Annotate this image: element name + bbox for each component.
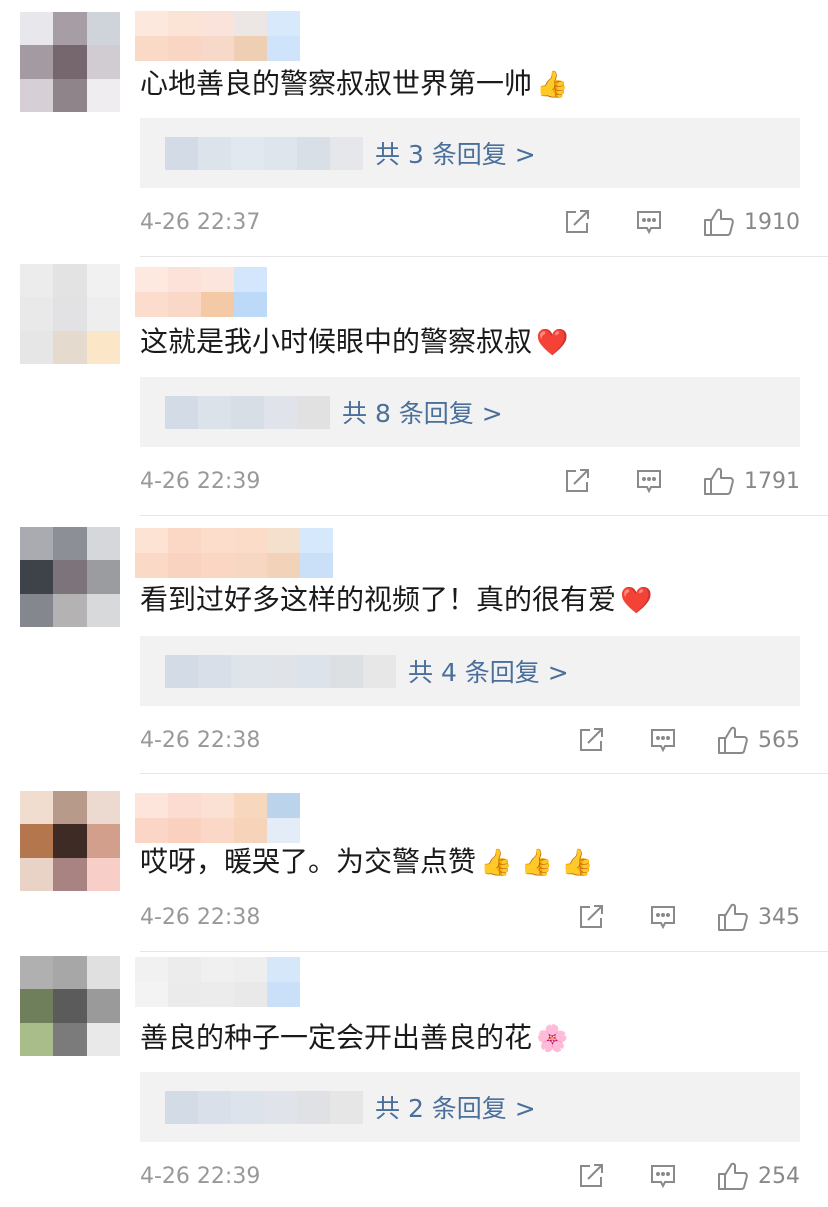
avatar[interactable]	[20, 264, 120, 364]
replies-box[interactable]: 共 3 条回复 >	[140, 118, 800, 188]
divider	[140, 256, 828, 257]
username-blurred[interactable]	[135, 793, 300, 843]
reply-preview-blurred	[165, 395, 330, 429]
replies-box[interactable]: 共 8 条回复 >	[140, 377, 800, 447]
like-icon[interactable]	[716, 724, 750, 756]
like-icon[interactable]	[702, 206, 736, 238]
thumbs-up-emoji-icon: 👍	[536, 70, 569, 100]
heart-emoji-icon: ❤️	[620, 586, 653, 616]
comment-time: 4-26 22:38	[140, 727, 261, 753]
comment-icon[interactable]	[648, 902, 678, 932]
divider	[140, 515, 828, 516]
comment-icon[interactable]	[634, 207, 664, 237]
comment-time: 4-26 22:38	[140, 904, 261, 930]
replies-box[interactable]: 共 2 条回复 >	[140, 1072, 800, 1142]
comment-text-content: 心地善良的警察叔叔世界第一帅	[140, 67, 533, 100]
comment-time: 4-26 22:39	[140, 468, 261, 494]
like-count: 1791	[744, 468, 800, 494]
comment-meta: 4-26 22:39 254	[140, 1159, 800, 1193]
username-blurred[interactable]	[135, 528, 333, 578]
comment-meta: 4-26 22:38 345	[140, 900, 800, 934]
avatar[interactable]	[20, 956, 120, 1056]
share-icon[interactable]	[576, 725, 606, 755]
comment-icon[interactable]	[648, 725, 678, 755]
heart-emoji-icon: ❤️	[536, 328, 569, 358]
comment-meta: 4-26 22:39 1791	[140, 464, 800, 498]
view-replies-link[interactable]: 共 3 条回复 >	[375, 135, 536, 171]
like-count: 1910	[744, 209, 800, 235]
flower-emoji-icon: 🌸	[536, 1024, 569, 1054]
share-icon[interactable]	[576, 902, 606, 932]
username-blurred[interactable]	[135, 957, 300, 1007]
avatar[interactable]	[20, 791, 120, 891]
like-count: 345	[758, 904, 800, 930]
view-replies-link[interactable]: 共 2 条回复 >	[375, 1089, 536, 1125]
like-icon[interactable]	[716, 1160, 750, 1192]
reply-preview-blurred	[165, 1090, 363, 1124]
comment-meta: 4-26 22:37 1910	[140, 205, 800, 239]
like-count: 565	[758, 727, 800, 753]
avatar[interactable]	[20, 527, 120, 627]
avatar[interactable]	[20, 12, 120, 112]
view-replies-link[interactable]: 共 4 条回复 >	[408, 653, 569, 689]
username-blurred[interactable]	[135, 267, 267, 317]
replies-box[interactable]: 共 4 条回复 >	[140, 636, 800, 706]
comment-time: 4-26 22:37	[140, 209, 261, 235]
username-blurred[interactable]	[135, 11, 300, 61]
comment-text-content: 这就是我小时候眼中的警察叔叔	[140, 325, 533, 358]
comment-text-content: 看到过好多这样的视频了！真的很有爱	[140, 583, 617, 616]
comment-text: 看到过好多这样的视频了！真的很有爱 ❤️	[140, 580, 652, 621]
share-icon[interactable]	[562, 466, 592, 496]
comment-meta: 4-26 22:38 565	[140, 723, 800, 757]
share-icon[interactable]	[576, 1161, 606, 1191]
comment-text: 善良的种子一定会开出善良的花 🌸	[140, 1018, 568, 1059]
like-icon[interactable]	[702, 465, 736, 497]
reply-preview-blurred	[165, 136, 363, 170]
comment-text: 心地善良的警察叔叔世界第一帅 👍	[140, 64, 568, 105]
share-icon[interactable]	[562, 207, 592, 237]
comment-text-content: 哎呀，暖哭了。为交警点赞	[140, 845, 477, 878]
divider	[140, 951, 828, 952]
reply-preview-blurred	[165, 654, 396, 688]
comment-text: 哎呀，暖哭了。为交警点赞 👍 👍 👍	[140, 842, 594, 883]
comment-text: 这就是我小时候眼中的警察叔叔 ❤️	[140, 322, 568, 363]
comment-icon[interactable]	[648, 1161, 678, 1191]
comment-text-content: 善良的种子一定会开出善良的花	[140, 1021, 533, 1054]
view-replies-link[interactable]: 共 8 条回复 >	[342, 394, 503, 430]
comment-icon[interactable]	[634, 466, 664, 496]
comment-time: 4-26 22:39	[140, 1163, 261, 1189]
like-count: 254	[758, 1163, 800, 1189]
like-icon[interactable]	[716, 901, 750, 933]
divider	[140, 773, 828, 774]
thumbs-up-emoji-icon: 👍 👍 👍	[480, 848, 594, 878]
